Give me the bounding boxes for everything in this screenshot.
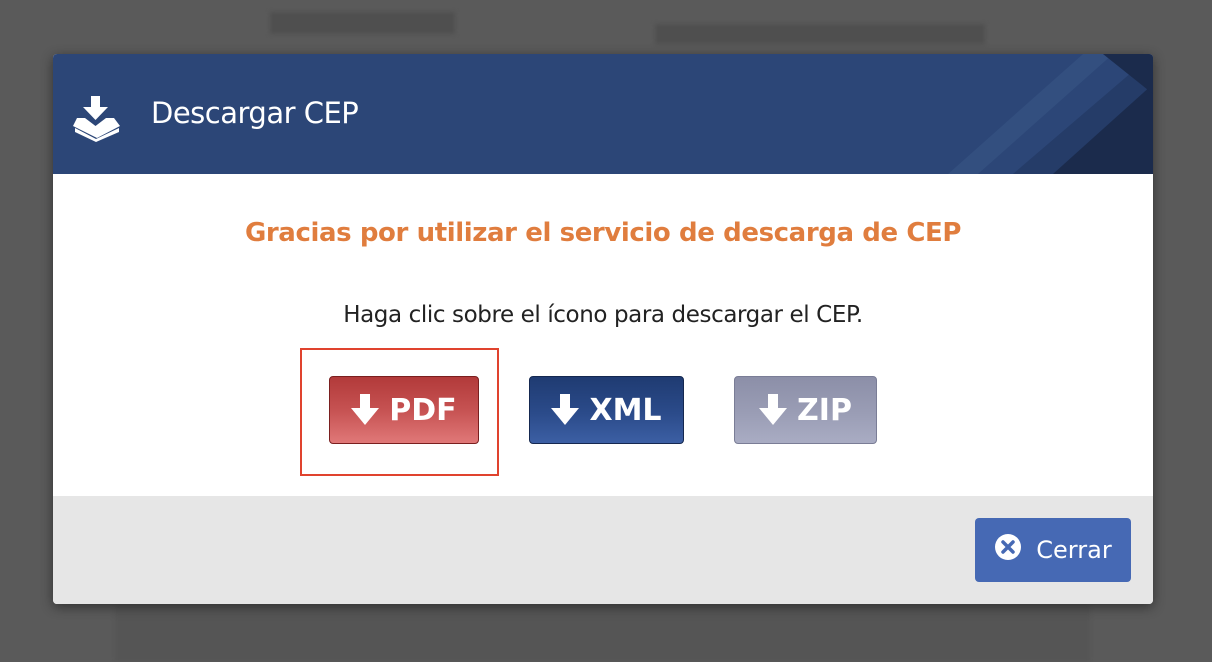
background-panel-blur — [115, 604, 1090, 662]
modal-footer: Cerrar — [53, 496, 1153, 604]
download-pdf-label: PDF — [389, 392, 457, 428]
arrow-down-icon — [551, 394, 580, 426]
page-backdrop: Descargar CEP Gracias por utilizar el se… — [0, 0, 1212, 662]
download-zip-label: ZIP — [797, 392, 852, 428]
instruction-text: Haga clic sobre el ícono para descargar … — [343, 302, 863, 328]
header-decoration — [948, 54, 1153, 174]
thanks-message: Gracias por utilizar el servicio de desc… — [244, 218, 962, 248]
modal-title: Descargar CEP — [151, 96, 359, 130]
download-tray-icon — [71, 94, 123, 142]
modal-header: Descargar CEP — [53, 54, 1153, 174]
download-xml-label: XML — [589, 392, 662, 428]
arrow-down-icon — [351, 394, 380, 426]
times-circle-icon — [994, 533, 1022, 567]
background-text-blur — [655, 24, 985, 44]
modal-body: Gracias por utilizar el servicio de desc… — [53, 174, 1153, 496]
close-button[interactable]: Cerrar — [975, 518, 1131, 582]
arrow-down-icon — [759, 394, 788, 426]
background-text-blur — [270, 12, 455, 34]
download-xml-button[interactable]: XML — [529, 376, 684, 444]
download-cep-modal: Descargar CEP Gracias por utilizar el se… — [53, 54, 1153, 604]
download-pdf-button[interactable]: PDF — [329, 376, 479, 444]
close-button-label: Cerrar — [1036, 536, 1112, 564]
download-zip-button[interactable]: ZIP — [734, 376, 877, 444]
